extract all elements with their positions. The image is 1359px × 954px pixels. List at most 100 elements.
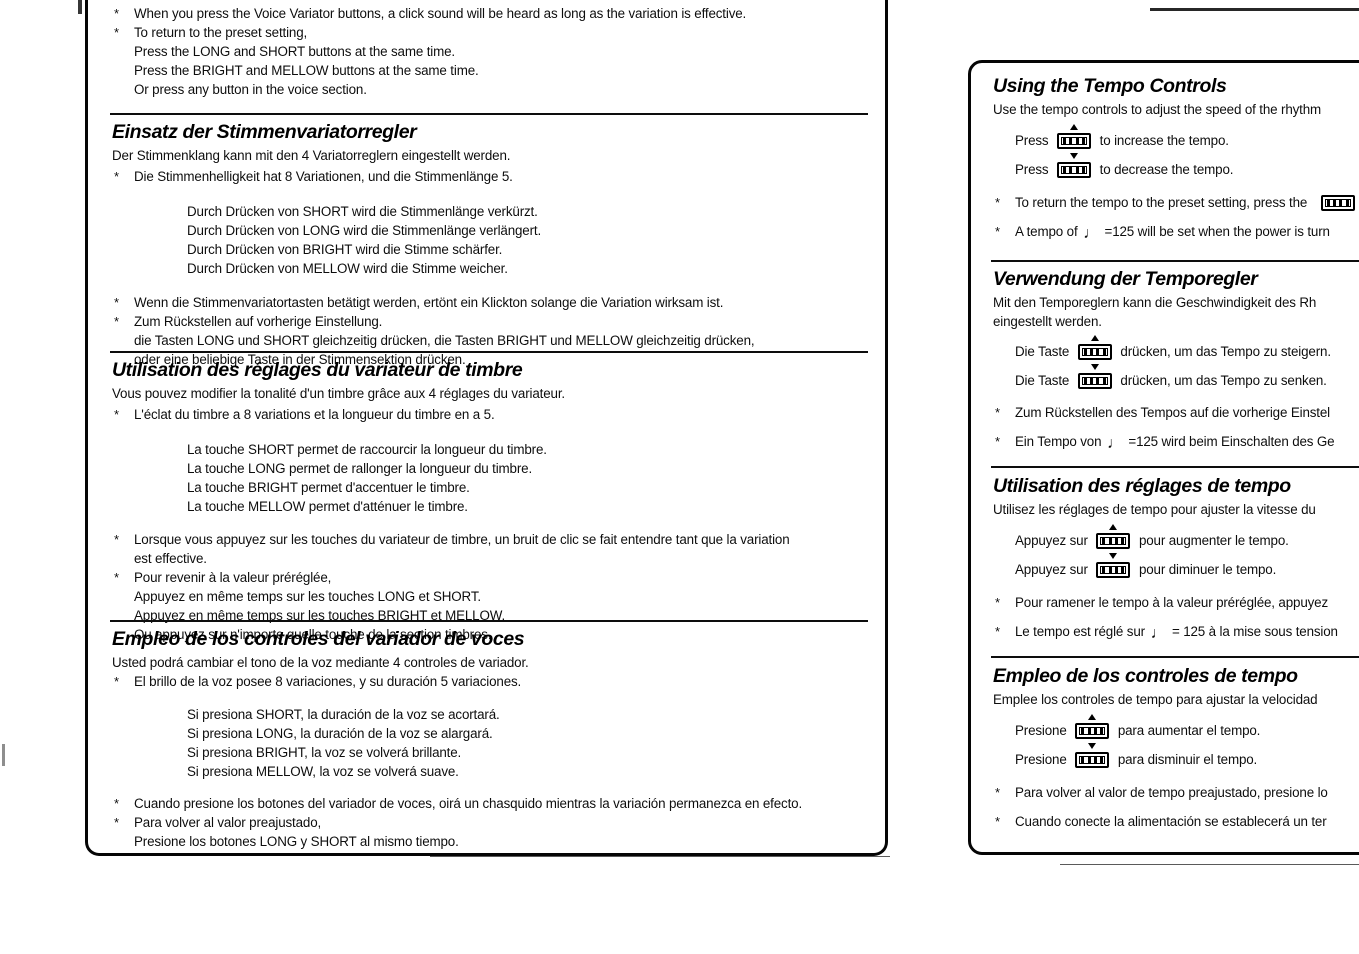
bullet-item: * Pour revenir à la valeur préréglée, (112, 568, 872, 587)
bullet-star: * (114, 796, 119, 811)
tempo-decrease-row: Die Taste drücken, um das Tempo zu senke… (993, 364, 1359, 390)
bullet-text: Para volver al valor de tempo preajustad… (1015, 785, 1328, 800)
press-label: Appuyez sur (1015, 533, 1088, 548)
bullet-star: * (114, 570, 119, 585)
bullet-star: * (114, 25, 119, 40)
tempo-up-button-icon[interactable] (1075, 714, 1110, 739)
instruction-line: Si presiona LONG, la duración de la voz … (187, 726, 493, 741)
bullet-text: Ein Tempo von (1015, 434, 1102, 449)
bullet-text: Zum Rückstellen des Tempos auf die vorhe… (1015, 405, 1330, 420)
button-dots (1081, 756, 1104, 763)
section-intro: Der Stimmenklang kann mit den 4 Variator… (112, 148, 511, 163)
tempo-increase-row: Presione para aumentar el tempo. (993, 714, 1359, 740)
instruction-line: La touche MELLOW permet d'atténuer le ti… (187, 499, 468, 514)
tempo-increase-row: Die Taste drücken, um das Tempo zu steig… (993, 335, 1359, 361)
tempo-down-button-icon[interactable] (1096, 553, 1131, 578)
press-label: Presione (1015, 752, 1067, 767)
press-description: to increase the tempo. (1099, 133, 1229, 148)
bullet-item: * Para volver al valor de tempo preajust… (993, 783, 1359, 802)
bullet-text: Le tempo est réglé sur (1015, 624, 1145, 639)
press-label: Press (1015, 133, 1049, 148)
right-content-panel: Using the Tempo Controls Use the tempo c… (968, 60, 1359, 855)
section-heading: Empleo de los controles de tempo (993, 665, 1298, 687)
button-dots (1102, 537, 1125, 544)
section-german-stimmenvariator: Einsatz der Stimmenvariatorregler Der St… (112, 121, 872, 369)
tempo-reset-button-icon[interactable] (1320, 193, 1355, 211)
triangle-up-icon (1088, 714, 1097, 720)
section-french-reglages-tempo: Utilisation des réglages de tempo Utilis… (993, 475, 1359, 641)
sub-line: Appuyez en même temps sur les touches LO… (134, 589, 481, 604)
section-heading: Using the Tempo Controls (993, 75, 1227, 97)
bullet-item: * A tempo of ♩ =125 will be set when the… (995, 224, 1330, 241)
section-intro: Emplee los controles de tempo para ajust… (993, 692, 1318, 707)
sub-line: die Tasten LONG und SHORT gleichzeitig d… (134, 333, 755, 348)
bullet-text-tail: = 125 à la mise sous tension (1171, 624, 1338, 639)
section-heading: Empleo de los controles del variador de … (112, 628, 525, 650)
section-intro-line: Mit den Temporeglern kann die Geschwindi… (993, 295, 1317, 310)
section-spanish-variador-voces: Empleo de los controles del variador de … (112, 628, 872, 853)
button-dots (1326, 199, 1349, 206)
section-divider (110, 620, 868, 622)
bullet-item: * To return the tempo to the preset sett… (993, 193, 1359, 212)
tempo-up-button-icon[interactable] (1077, 335, 1112, 360)
instruction-line: Si presiona MELLOW, la voz se volverá su… (187, 764, 459, 779)
section-heading: Utilisation des réglages du variateur de… (112, 359, 523, 381)
section-intro: Usted podrá cambiar el tono de la voz me… (112, 655, 529, 670)
bullet-text: Lorsque vous appuyez sur les touches du … (134, 532, 790, 547)
bullet-text-tail: =125 wird beim Einschalten des Ge (1128, 434, 1335, 449)
instruction-line: La touche SHORT permet de raccourcir la … (187, 442, 547, 457)
bullet-text: Die Stimmenhelligkeit hat 8 Variationen,… (134, 169, 513, 184)
bullet-text: Cuando conecte la alimentación se establ… (1015, 814, 1327, 829)
bullet-item: * Pour ramener le tempo à la valeur prér… (993, 593, 1359, 612)
scan-edge-artifact (78, 0, 82, 14)
bullet-text: To return to the preset setting, (134, 25, 308, 40)
bullet-item: * Lorsque vous appuyez sur les touches d… (112, 530, 872, 549)
bullet-text: Para volver al valor preajustado, (134, 815, 322, 830)
button-dots (1081, 727, 1104, 734)
tempo-increase-row: Appuyez sur pour augmenter le tempo. (993, 524, 1359, 550)
press-description: para disminuir el tempo. (1117, 752, 1258, 767)
section-intro: Utilisez les réglages de tempo pour ajus… (993, 502, 1316, 517)
indented-instruction-block: Durch Drücken von SHORT wird die Stimmen… (112, 202, 872, 278)
bullet-item: * To return to the preset setting, (112, 23, 872, 42)
bullet-star: * (114, 314, 119, 329)
bullet-text: Wenn die Stimmenvariatortasten betätigt … (134, 295, 724, 310)
section-divider (991, 466, 1359, 468)
bullet-item: * Ein Tempo von ♩ =125 wird beim Einscha… (995, 434, 1335, 451)
section-divider (110, 351, 868, 353)
sub-line: Press the LONG and SHORT buttons at the … (134, 44, 455, 59)
triangle-down-icon (1109, 553, 1118, 559)
bullet-star: * (114, 169, 119, 184)
tempo-down-button-icon[interactable] (1077, 364, 1112, 389)
bullet-star: * (114, 295, 119, 310)
bullet-text: Pour revenir à la valeur préréglée, (134, 570, 332, 585)
bullet-item: * Wenn die Stimmenvariatortasten betätig… (112, 293, 872, 312)
scan-edge-artifact (2, 744, 5, 766)
press-label: Appuyez sur (1015, 562, 1088, 577)
section-heading: Utilisation des réglages de tempo (993, 475, 1291, 497)
tempo-up-button-icon[interactable] (1057, 124, 1092, 149)
section-divider (991, 260, 1359, 262)
indented-instruction-block: La touche SHORT permet de raccourcir la … (112, 440, 872, 516)
bullet-star: * (995, 595, 1000, 610)
instruction-line: La touche LONG permet de rallonger la lo… (187, 461, 533, 476)
instruction-line: Si presiona BRIGHT, la voz se volverá br… (187, 745, 462, 760)
sub-line: Appuyez en même temps sur les touches BR… (134, 608, 506, 623)
tempo-up-button-icon[interactable] (1096, 524, 1131, 549)
bullet-item: * Zum Rückstellen auf vorherige Einstell… (112, 312, 872, 331)
bullet-text: Cuando presione los botones del variador… (134, 796, 803, 811)
triangle-up-icon (1070, 124, 1079, 130)
section-spanish-controles-tempo: Empleo de los controles de tempo Emplee … (993, 665, 1359, 831)
bullet-star: * (995, 405, 1000, 420)
instruction-line: Si presiona SHORT, la duración de la voz… (187, 707, 500, 722)
indented-instruction-block: Si presiona SHORT, la duración de la voz… (112, 705, 872, 781)
press-description: pour diminuer le tempo. (1138, 562, 1277, 577)
press-label: Press (1015, 162, 1049, 177)
sub-line: Presione los botones LONG y SHORT al mis… (134, 834, 459, 849)
button-dots (1083, 377, 1106, 384)
tempo-down-button-icon[interactable] (1057, 153, 1092, 178)
bullet-star: * (995, 624, 1000, 639)
tempo-down-button-icon[interactable] (1075, 743, 1110, 768)
bullet-text-tail: =125 will be set when the power is turn (1104, 224, 1330, 239)
press-description: pour augmenter le tempo. (1138, 533, 1289, 548)
